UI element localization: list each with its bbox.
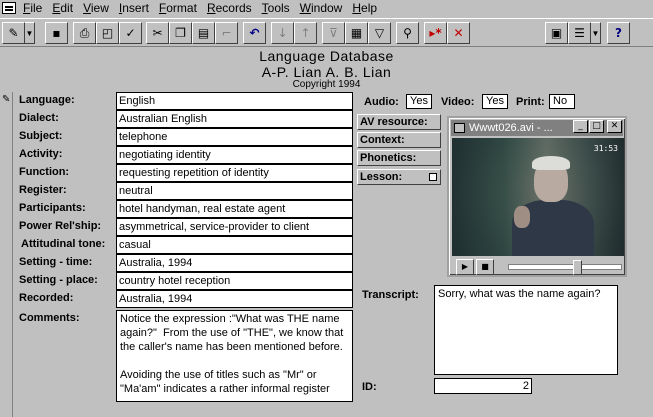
menu-file[interactable]: File: [18, 0, 47, 16]
record-selector[interactable]: ✎: [0, 92, 13, 417]
sort-descending-icon[interactable]: ↑: [294, 22, 317, 44]
print-preview-icon[interactable]: ◰: [96, 22, 119, 44]
cut-icon[interactable]: ✂: [146, 22, 169, 44]
chevron-down-icon[interactable]: ▼: [25, 22, 35, 44]
video-seek-thumb[interactable]: [573, 260, 582, 275]
page-title: Language Database: [259, 48, 394, 64]
audio-label: Audio:: [364, 96, 399, 108]
minimize-button[interactable]: _: [573, 120, 588, 133]
power-relationship-field[interactable]: asymmetrical, service-provider to client: [116, 218, 353, 236]
toolbar: ✎ ▼ ▪ ⎙ ◰ ✓ ✂ ❐ ▤ ⌐ ↶ ↓ ↑ ⊽ ▦ ▽ ⚲ ▸* ✕ ▣…: [0, 18, 653, 47]
register-field[interactable]: neutral: [116, 182, 353, 200]
authors: A-P. Lian A. B. Lian: [261, 64, 392, 80]
setting-place-field[interactable]: country hotel reception: [116, 272, 353, 290]
language-field[interactable]: English: [116, 92, 353, 110]
menu-window[interactable]: Window: [295, 0, 348, 16]
av-resource-label: AV resource:: [360, 116, 428, 128]
dialect-label: Dialect:: [19, 112, 59, 124]
video-seek-track[interactable]: [508, 260, 622, 275]
transcript-label: Transcript:: [362, 289, 419, 301]
recorded-label: Recorded:: [19, 292, 74, 304]
apply-filter-icon[interactable]: ▽: [368, 22, 391, 44]
filter-by-form-icon[interactable]: ▦: [345, 22, 368, 44]
function-label: Function:: [19, 166, 70, 178]
format-painter-icon[interactable]: ⌐: [215, 22, 238, 44]
save-icon[interactable]: ▪: [45, 22, 68, 44]
subject-label: Subject:: [19, 130, 63, 142]
video-timestamp: 31:53: [593, 144, 618, 153]
spelling-icon[interactable]: ✓: [119, 22, 142, 44]
lesson-label: Lesson:: [360, 171, 403, 183]
dialect-field[interactable]: Australian English: [116, 110, 353, 128]
sort-ascending-icon[interactable]: ↓: [271, 22, 294, 44]
print-label: Print:: [516, 96, 545, 108]
maximize-button[interactable]: □: [589, 120, 604, 133]
database-window-icon[interactable]: ▣: [545, 22, 568, 44]
id-field[interactable]: 2: [434, 378, 532, 394]
register-label: Register:: [19, 184, 67, 196]
activity-label: Activity:: [19, 148, 63, 160]
menu-format[interactable]: Format: [154, 0, 202, 16]
lesson-button[interactable]: Lesson:: [357, 169, 441, 185]
chevron-down-icon[interactable]: ▼: [591, 22, 601, 44]
phonetics-label: Phonetics:: [360, 152, 417, 164]
video-controls: ▶ ■: [452, 259, 624, 276]
id-label: ID:: [362, 381, 377, 393]
video-frame: 31:53: [452, 138, 624, 256]
participants-label: Participants:: [19, 202, 86, 214]
delete-record-icon[interactable]: ✕: [447, 22, 470, 44]
menu-edit[interactable]: Edit: [47, 0, 78, 16]
function-field[interactable]: requesting repetition of identity: [116, 164, 353, 182]
language-label: Language:: [19, 94, 75, 106]
menu-view[interactable]: View: [78, 0, 114, 16]
video-field[interactable]: Yes: [482, 94, 508, 109]
menu-bar: File Edit View Insert Format Records Too…: [0, 0, 653, 16]
recorded-field[interactable]: Australia, 1994: [116, 290, 353, 308]
menu-tools[interactable]: Tools: [257, 0, 295, 16]
video-window: Wwwt026.avi - ... _ □ ✕ 31:53 ▶ ■: [447, 116, 627, 277]
system-menu-icon[interactable]: [2, 2, 16, 14]
help-icon[interactable]: ?: [607, 22, 630, 44]
setting-time-field[interactable]: Australia, 1994: [116, 254, 353, 272]
design-view-icon[interactable]: ✎: [2, 22, 25, 44]
transcript-field[interactable]: Sorry, what was the name again?: [434, 285, 618, 375]
media-player-icon: [454, 123, 465, 133]
menu-insert[interactable]: Insert: [114, 0, 154, 16]
copyright: Copyright 1994: [292, 79, 361, 90]
audio-field[interactable]: Yes: [406, 94, 432, 109]
video-window-title: Wwwt026.avi - ...: [469, 122, 553, 134]
lesson-checkbox[interactable]: [429, 173, 437, 181]
menu-help[interactable]: Help: [347, 0, 382, 16]
comments-field[interactable]: Notice the expression :"What was THE nam…: [116, 310, 353, 402]
new-record-icon[interactable]: ▸*: [424, 22, 447, 44]
setting-time-label: Setting - time:: [19, 256, 93, 268]
play-icon[interactable]: ▶: [456, 259, 474, 275]
power-relationship-label: Power Rel'ship:: [19, 220, 102, 232]
print-icon[interactable]: ⎙: [73, 22, 96, 44]
close-button[interactable]: ✕: [607, 120, 622, 133]
menu-records[interactable]: Records: [202, 0, 257, 16]
context-button[interactable]: Context:: [357, 132, 441, 148]
video-label: Video:: [441, 96, 475, 108]
comments-label: Comments:: [19, 312, 80, 324]
new-object-icon[interactable]: ☰: [568, 22, 591, 44]
filter-by-selection-icon[interactable]: ⊽: [322, 22, 345, 44]
context-label: Context:: [360, 134, 405, 146]
pencil-icon: ✎: [2, 94, 11, 105]
print-field[interactable]: No: [549, 94, 575, 109]
find-icon[interactable]: ⚲: [396, 22, 419, 44]
activity-field[interactable]: negotiating identity: [116, 146, 353, 164]
undo-icon[interactable]: ↶: [243, 22, 266, 44]
subject-field[interactable]: telephone: [116, 128, 353, 146]
participants-field[interactable]: hotel handyman, real estate agent: [116, 200, 353, 218]
attitudinal-tone-field[interactable]: casual: [116, 236, 353, 254]
copy-icon[interactable]: ❐: [169, 22, 192, 44]
attitudinal-tone-label: Attitudinal tone:: [21, 238, 106, 250]
stop-icon[interactable]: ■: [476, 259, 494, 275]
setting-place-label: Setting - place:: [19, 274, 98, 286]
av-resource-button[interactable]: AV resource:: [357, 114, 441, 130]
paste-icon[interactable]: ▤: [192, 22, 215, 44]
phonetics-button[interactable]: Phonetics:: [357, 150, 441, 166]
